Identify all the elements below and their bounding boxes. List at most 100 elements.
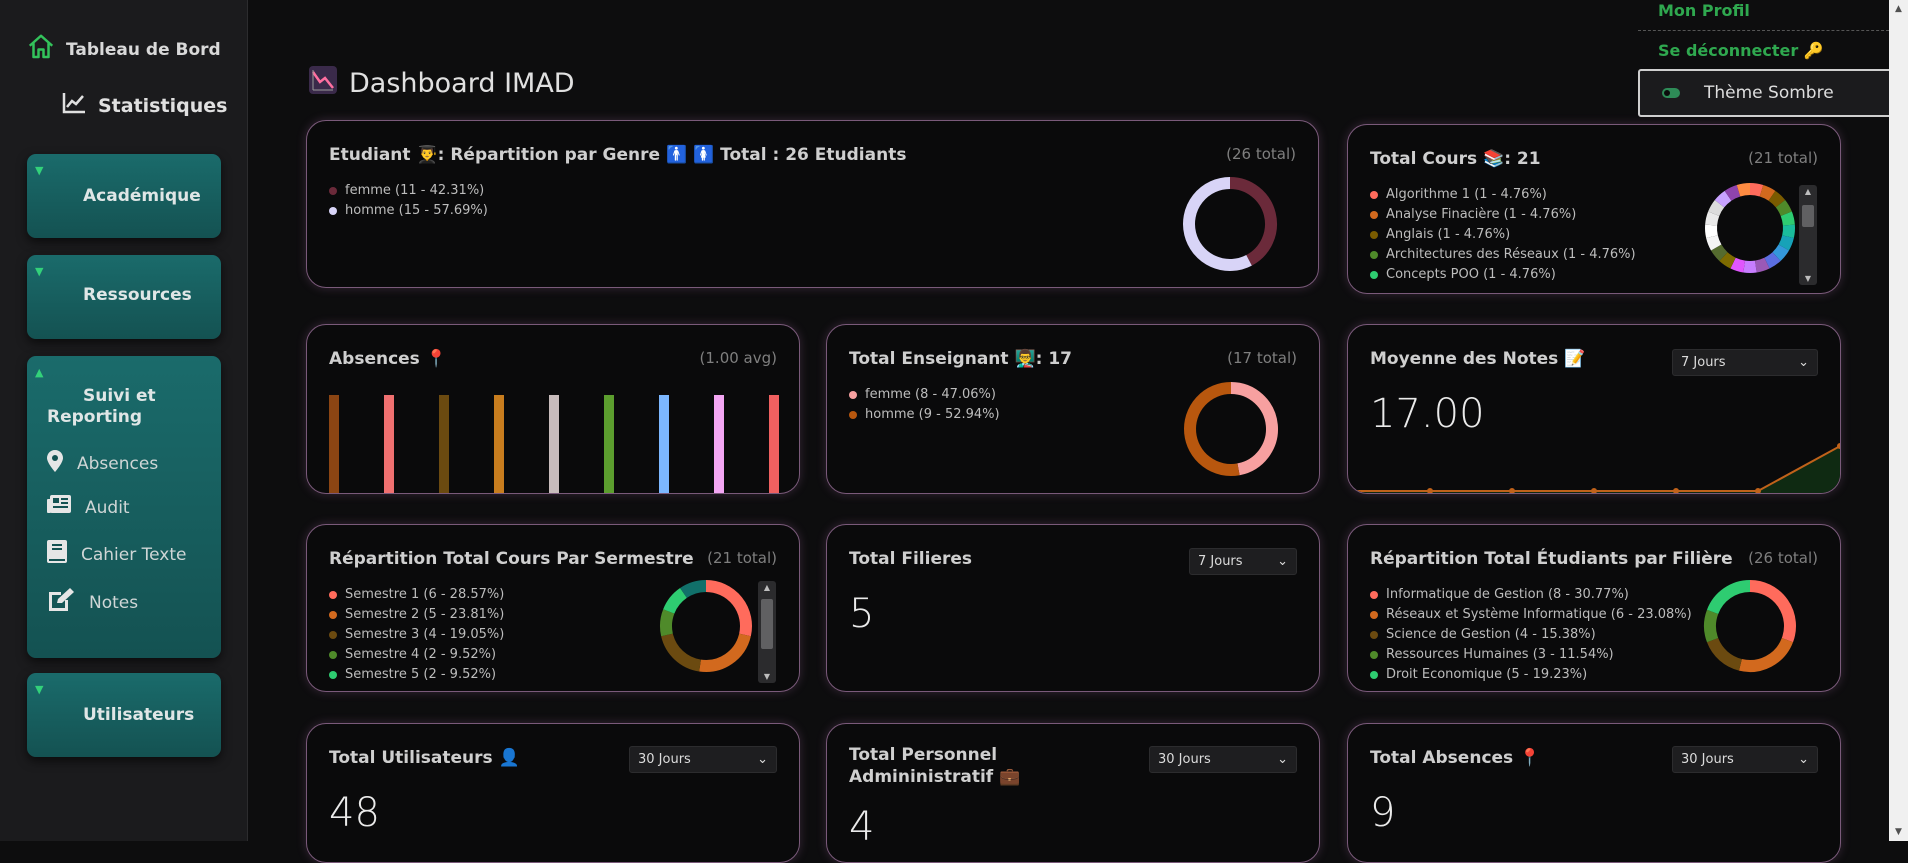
legend-item[interactable]: Semestre 4 (2 - 9.52%) (329, 645, 504, 665)
donut-slice[interactable] (1720, 196, 1729, 204)
donut-slice[interactable] (1723, 257, 1733, 264)
donut-slice[interactable] (1733, 263, 1744, 266)
sidebar-item-absences[interactable]: Absences (47, 450, 158, 477)
donut-slice[interactable] (1713, 640, 1741, 665)
donut-slice[interactable] (1190, 388, 1239, 470)
donut-slice[interactable] (706, 586, 746, 635)
legend-item[interactable]: Informatique de Gestion (8 - 30.77%) (1370, 585, 1692, 605)
main-content: Dashboard IMAD Etudiant 👨‍🎓: Répartition… (249, 0, 1908, 841)
donut-slice[interactable] (1712, 237, 1716, 248)
page-scrollbar[interactable]: ▲ ▼ (1889, 0, 1908, 841)
donut-slice[interactable] (683, 586, 706, 593)
legend-item[interactable]: Semestre 5 (2 - 9.52%) (329, 665, 504, 685)
collapse-arrow-icon: ▲ (35, 366, 43, 379)
sidebar-section-suivi-reporting[interactable]: ▲ Suivi et Reporting Absences Audit Cahi… (27, 356, 221, 658)
legend-item[interactable]: Algorithme 1 (1 - 4.76%) (1370, 185, 1636, 205)
donut-slice[interactable] (1711, 225, 1712, 237)
donut-slice[interactable] (1777, 248, 1784, 257)
donut-slice[interactable] (1772, 196, 1781, 204)
menu-item-logout[interactable]: Se déconnecter 🔑 (1638, 40, 1894, 62)
legend-item[interactable]: Réseaux et Système Informatique (6 - 23.… (1370, 605, 1692, 625)
donut-slice[interactable] (1716, 248, 1723, 257)
donut-slice[interactable] (1231, 388, 1272, 469)
bar[interactable] (714, 395, 724, 494)
scroll-up-arrow[interactable]: ▲ (1889, 4, 1908, 14)
donut-slice[interactable] (1714, 204, 1720, 214)
bar[interactable] (549, 395, 559, 494)
sidebar-section-utilisateurs[interactable]: ▼ Utilisateurs (27, 673, 221, 757)
legend-item[interactable]: Architectures des Réseaux (1 - 4.76%) (1370, 245, 1636, 265)
legend-item[interactable]: homme (15 - 57.69%) (329, 201, 488, 221)
donut-slice[interactable] (1756, 263, 1767, 266)
donut-slice[interactable] (1784, 237, 1788, 248)
legend-item[interactable]: Semestre 1 (6 - 28.57%) (329, 585, 504, 605)
scroll-down-arrow[interactable]: ▼ (1889, 827, 1908, 837)
scroll-thumb[interactable] (761, 599, 773, 649)
donut-slice[interactable] (1740, 640, 1787, 666)
sidebar-item-notes[interactable]: Notes (47, 588, 138, 617)
scroll-up-arrow[interactable]: ▲ (758, 583, 776, 592)
bar[interactable] (769, 395, 779, 494)
sidebar-stats-link[interactable]: Statistiques (62, 92, 227, 119)
legend-item[interactable]: Semestre 2 (5 - 23.81%) (329, 605, 504, 625)
period-select[interactable]: 30 Jours⌄ (629, 746, 777, 773)
card-title: Total Enseignant 👨‍🏫: 17 (849, 349, 1072, 369)
legend-item[interactable]: Ressources Humaines (3 - 11.54%) (1370, 645, 1692, 665)
donut-slice[interactable] (1728, 191, 1738, 196)
donut-slice[interactable] (1189, 183, 1249, 265)
period-select[interactable]: 30 Jours⌄ (1149, 746, 1297, 773)
donut-slice[interactable] (1713, 586, 1750, 612)
sidebar-item-cahier-texte[interactable]: Cahier Texte (47, 540, 186, 569)
bar[interactable] (384, 395, 394, 494)
legend-item[interactable]: Science de Gestion (4 - 15.38%) (1370, 625, 1692, 645)
card-total: (17 total) (1227, 349, 1297, 367)
donut-slice[interactable] (669, 593, 684, 611)
donut-slice[interactable] (1710, 612, 1713, 640)
legend-item[interactable]: homme (9 - 52.94%) (849, 405, 1000, 425)
legend-item[interactable]: femme (11 - 42.31%) (329, 181, 488, 201)
scroll-up-arrow[interactable]: ▲ (1799, 187, 1817, 196)
legend-item[interactable]: femme (8 - 47.06%) (849, 385, 1000, 405)
expand-arrow-icon: ▼ (35, 683, 43, 696)
legend-item[interactable]: Semestre 3 (4 - 19.05%) (329, 625, 504, 645)
bar[interactable] (329, 395, 339, 494)
donut-slice[interactable] (1780, 204, 1786, 214)
donut-slice[interactable] (700, 635, 745, 666)
donut-slice[interactable] (1761, 191, 1771, 196)
period-select[interactable]: 7 Jours⌄ (1189, 548, 1297, 575)
menu-item-profile[interactable]: Mon Profil (1638, 0, 1894, 31)
card-grades-average: Moyenne des Notes 📝 7 Jours⌄ 17.00 (1347, 324, 1841, 494)
bar[interactable] (659, 395, 669, 494)
legend-scrollbar[interactable]: ▲ ▼ (758, 581, 776, 683)
donut-slice[interactable] (1788, 225, 1789, 237)
donut-slice[interactable] (667, 635, 700, 666)
donut-slice[interactable] (1750, 586, 1790, 640)
donut-slice[interactable] (1739, 189, 1750, 191)
scroll-down-arrow[interactable]: ▼ (758, 672, 776, 681)
sidebar-section-ressources[interactable]: ▼ Ressources (27, 255, 221, 339)
legend-item[interactable]: Droit Economique (5 - 19.23%) (1370, 665, 1692, 685)
donut-slice[interactable] (666, 611, 669, 635)
expand-arrow-icon: ▼ (35, 265, 43, 278)
legend-item[interactable]: Anglais (1 - 4.76%) (1370, 225, 1636, 245)
donut-slice[interactable] (1750, 189, 1761, 191)
donut-slice[interactable] (1786, 214, 1789, 225)
period-select[interactable]: 30 Jours⌄ (1672, 746, 1818, 773)
sidebar-home-link[interactable]: Tableau de Bord (26, 32, 221, 67)
legend-scrollbar[interactable]: ▲ ▼ (1799, 185, 1817, 285)
legend-item[interactable]: Analyse Finacière (1 - 4.76%) (1370, 205, 1636, 225)
scroll-thumb[interactable] (1802, 205, 1814, 227)
legend-item[interactable]: Concepts POO (1 - 4.76%) (1370, 265, 1636, 285)
card-title: Total Utilisateurs 👤 (329, 748, 520, 768)
scroll-down-arrow[interactable]: ▼ (1799, 274, 1817, 283)
bar[interactable] (439, 395, 449, 494)
donut-slice[interactable] (1230, 183, 1271, 260)
donut-slice[interactable] (1767, 257, 1777, 264)
period-select[interactable]: 7 Jours⌄ (1672, 349, 1818, 376)
bar[interactable] (494, 395, 504, 494)
sidebar-section-academique[interactable]: ▼ Académique (27, 154, 221, 238)
bar[interactable] (604, 395, 614, 494)
sidebar-item-audit[interactable]: Audit (47, 495, 130, 520)
donut-slice[interactable] (1711, 214, 1714, 225)
theme-toggle[interactable]: Thème Sombre (1638, 69, 1892, 117)
